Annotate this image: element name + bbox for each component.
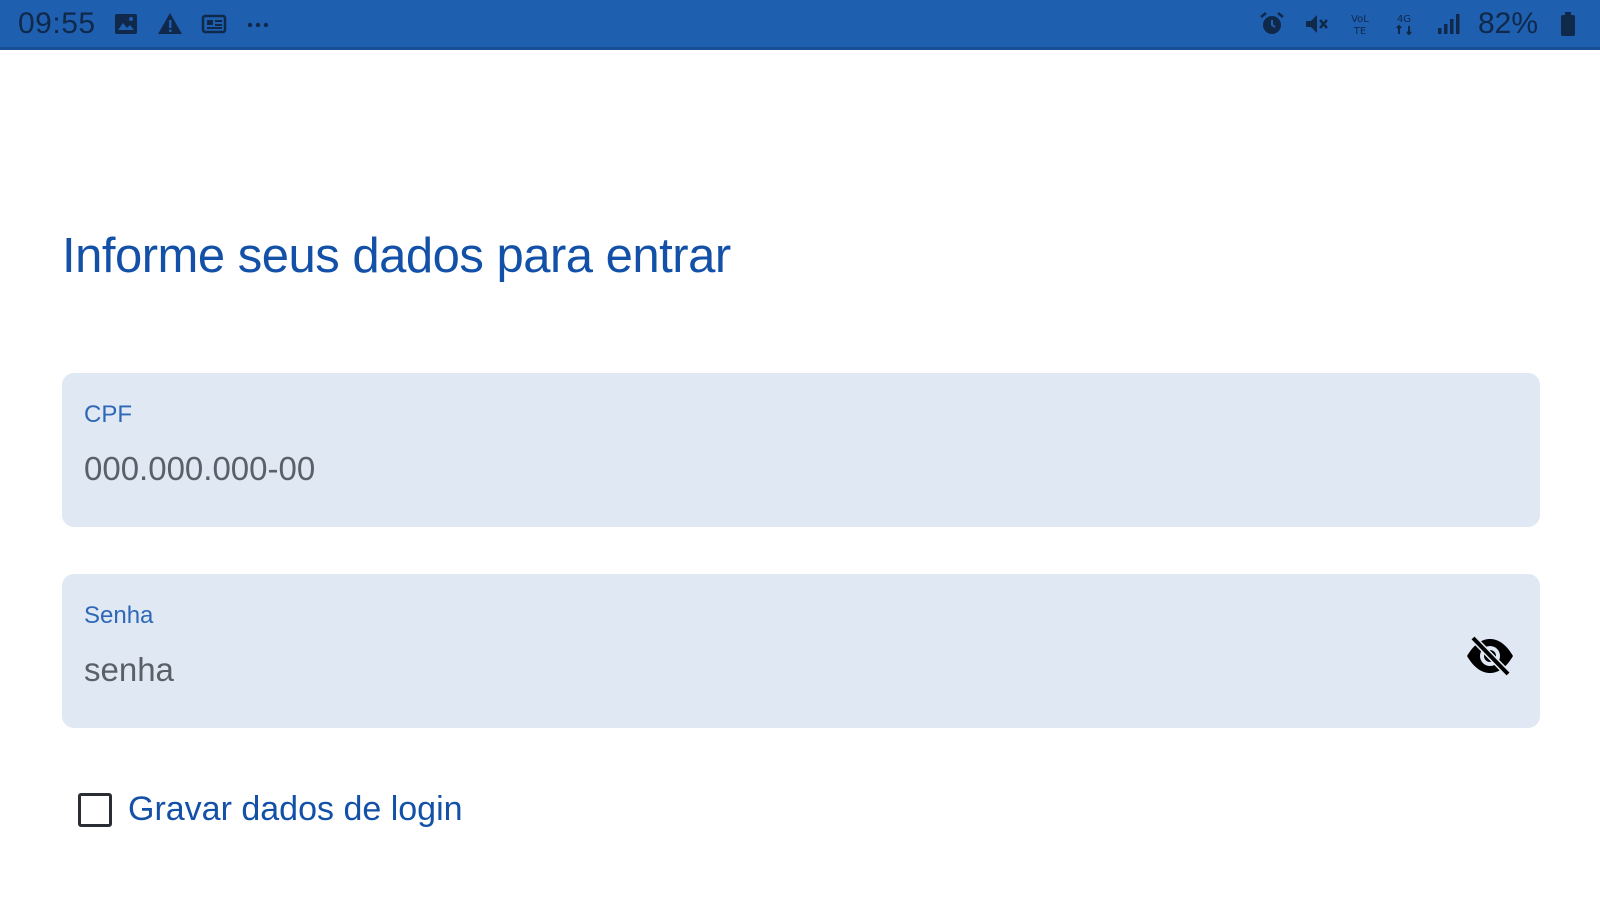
page-title: Informe seus dados para entrar <box>62 229 731 283</box>
mute-icon <box>1302 10 1330 38</box>
cpf-label: CPF <box>84 401 132 428</box>
remember-login-checkbox[interactable] <box>78 792 112 827</box>
news-icon <box>200 10 228 38</box>
password-field[interactable]: Senha <box>62 574 1540 728</box>
battery-icon <box>1554 10 1582 38</box>
cpf-input[interactable] <box>82 445 1406 493</box>
4g-icon: 4G <box>1390 10 1418 38</box>
remember-login-label[interactable]: Gravar dados de login <box>128 790 463 829</box>
status-time: 09:55 <box>18 6 96 40</box>
svg-text:TE: TE <box>1353 26 1366 37</box>
battery-percentage: 82% <box>1477 6 1538 40</box>
password-label: Senha <box>84 602 154 629</box>
image-icon <box>112 10 140 38</box>
signal-icon <box>1434 10 1462 38</box>
volte-icon: VoL TE <box>1346 10 1374 38</box>
eye-off-icon[interactable] <box>1464 634 1516 678</box>
remember-login-option[interactable]: Gravar dados de login <box>78 790 463 829</box>
status-bar: 09:55 VoL TE 4G 82% <box>0 0 1600 50</box>
more-dots-icon <box>244 10 272 38</box>
cpf-field[interactable]: CPF <box>62 373 1540 527</box>
password-input[interactable] <box>82 646 1406 694</box>
svg-text:VoL: VoL <box>1351 14 1369 25</box>
status-bar-left: 09:55 <box>18 7 272 41</box>
svg-text:4G: 4G <box>1397 14 1411 25</box>
warning-icon <box>156 10 184 38</box>
status-bar-right: VoL TE 4G 82% <box>1258 7 1582 41</box>
alarm-icon <box>1258 10 1286 38</box>
